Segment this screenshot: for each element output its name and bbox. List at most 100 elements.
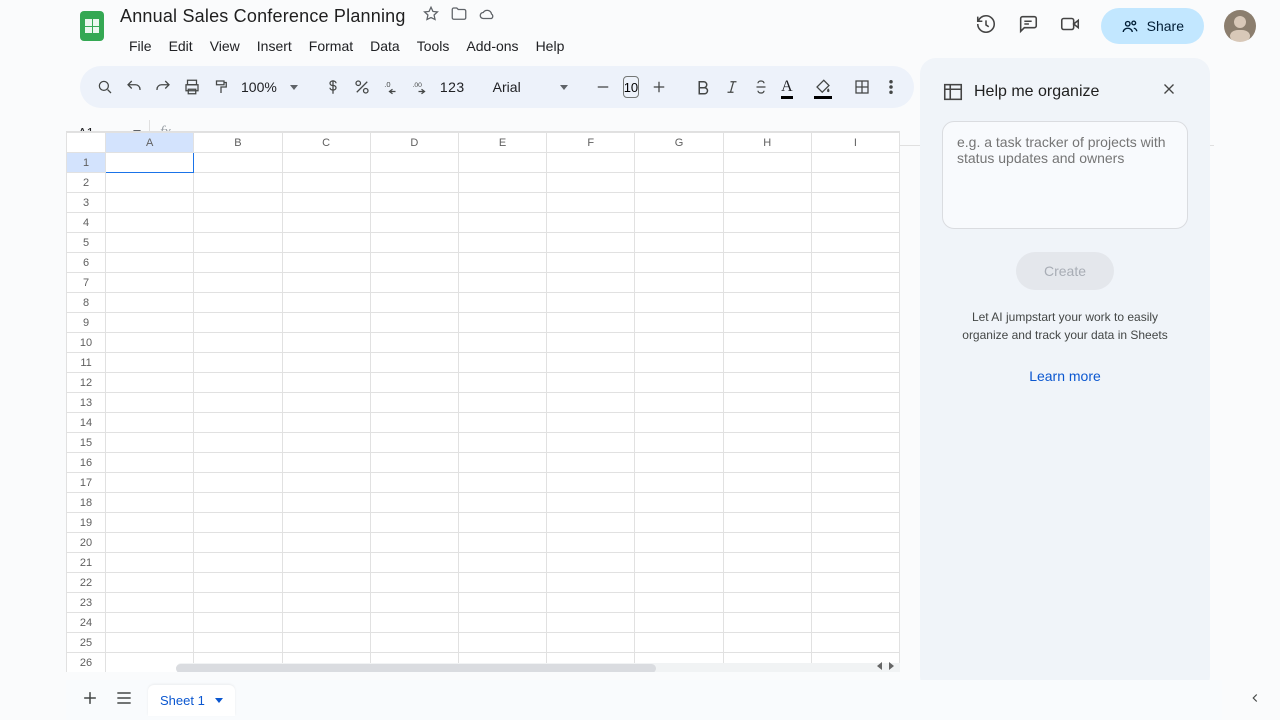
cell-D15[interactable] [370,433,458,453]
cell-F8[interactable] [547,293,635,313]
organize-prompt-input[interactable] [942,121,1188,229]
cell-C17[interactable] [282,473,370,493]
select-all-corner[interactable] [67,133,106,153]
cell-F25[interactable] [547,633,635,653]
menu-addons[interactable]: Add-ons [459,35,525,57]
currency-icon[interactable] [324,78,342,96]
fill-color-button[interactable] [814,78,832,96]
cell-F1[interactable] [547,153,635,173]
cell-B4[interactable] [194,213,282,233]
cell-C5[interactable] [282,233,370,253]
cell-I22[interactable] [811,573,899,593]
cell-H24[interactable] [723,613,811,633]
cell-D12[interactable] [370,373,458,393]
cell-F7[interactable] [547,273,635,293]
avatar[interactable] [1224,10,1256,42]
cell-A21[interactable] [106,553,194,573]
cell-A25[interactable] [106,633,194,653]
cell-C21[interactable] [282,553,370,573]
number-format-button[interactable]: 123 [440,79,465,95]
cell-E16[interactable] [458,453,546,473]
cell-E5[interactable] [458,233,546,253]
cell-D1[interactable] [370,153,458,173]
cell-C7[interactable] [282,273,370,293]
cell-H16[interactable] [723,453,811,473]
cell-B18[interactable] [194,493,282,513]
cell-A5[interactable] [106,233,194,253]
cell-G3[interactable] [635,193,723,213]
cell-E18[interactable] [458,493,546,513]
redo-icon[interactable] [154,78,172,96]
cell-I25[interactable] [811,633,899,653]
cell-H11[interactable] [723,353,811,373]
cell-B3[interactable] [194,193,282,213]
cell-H15[interactable] [723,433,811,453]
cell-A18[interactable] [106,493,194,513]
cell-A8[interactable] [106,293,194,313]
cell-H12[interactable] [723,373,811,393]
column-header-A[interactable]: A [106,133,194,153]
cell-B15[interactable] [194,433,282,453]
cell-H1[interactable] [723,153,811,173]
cell-E19[interactable] [458,513,546,533]
column-header-B[interactable]: B [194,133,282,153]
row-header-24[interactable]: 24 [67,613,106,633]
cell-D13[interactable] [370,393,458,413]
cell-H7[interactable] [723,273,811,293]
cell-E3[interactable] [458,193,546,213]
cell-H17[interactable] [723,473,811,493]
column-header-I[interactable]: I [811,133,899,153]
cell-D14[interactable] [370,413,458,433]
italic-button[interactable] [723,78,741,96]
cell-G16[interactable] [635,453,723,473]
undo-icon[interactable] [125,78,143,96]
row-header-7[interactable]: 7 [67,273,106,293]
cell-I16[interactable] [811,453,899,473]
cell-E9[interactable] [458,313,546,333]
text-color-button[interactable]: A [781,78,793,96]
cell-E1[interactable] [458,153,546,173]
cell-C11[interactable] [282,353,370,373]
cell-E25[interactable] [458,633,546,653]
menu-insert[interactable]: Insert [250,35,299,57]
row-header-3[interactable]: 3 [67,193,106,213]
cell-C2[interactable] [282,173,370,193]
row-header-15[interactable]: 15 [67,433,106,453]
cell-H20[interactable] [723,533,811,553]
sheet-tab-dropdown-icon[interactable] [215,698,223,703]
cell-G10[interactable] [635,333,723,353]
cell-E22[interactable] [458,573,546,593]
cell-F19[interactable] [547,513,635,533]
cell-D3[interactable] [370,193,458,213]
cell-G6[interactable] [635,253,723,273]
row-header-5[interactable]: 5 [67,233,106,253]
paint-format-icon[interactable] [212,78,230,96]
cell-I7[interactable] [811,273,899,293]
cell-A7[interactable] [106,273,194,293]
cell-C18[interactable] [282,493,370,513]
cell-D9[interactable] [370,313,458,333]
cell-F10[interactable] [547,333,635,353]
cell-F9[interactable] [547,313,635,333]
cell-I1[interactable] [811,153,899,173]
cell-B23[interactable] [194,593,282,613]
cell-F11[interactable] [547,353,635,373]
cell-A2[interactable] [106,173,194,193]
move-folder-icon[interactable] [450,5,468,28]
cell-I8[interactable] [811,293,899,313]
cell-I19[interactable] [811,513,899,533]
cell-B10[interactable] [194,333,282,353]
horizontal-scroll-track[interactable] [176,663,900,672]
cell-F24[interactable] [547,613,635,633]
sidebar-collapse-icon[interactable] [1248,691,1262,710]
menu-tools[interactable]: Tools [410,35,457,57]
video-call-icon[interactable] [1059,13,1081,40]
create-button[interactable]: Create [1016,252,1114,290]
cell-B13[interactable] [194,393,282,413]
cell-I9[interactable] [811,313,899,333]
cell-C8[interactable] [282,293,370,313]
cell-B12[interactable] [194,373,282,393]
cell-G15[interactable] [635,433,723,453]
row-header-6[interactable]: 6 [67,253,106,273]
comments-icon[interactable] [1017,13,1039,40]
